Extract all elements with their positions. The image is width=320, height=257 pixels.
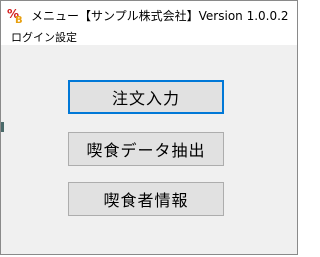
meal-data-extract-button[interactable]: 喫食データ抽出	[68, 132, 224, 166]
svg-text:B: B	[15, 15, 23, 24]
app-window: % B メニュー【サンプル株式会社】Version 1.0.0.2 ログイン設定…	[0, 0, 298, 255]
menu-item-login-settings[interactable]: ログイン設定	[11, 29, 77, 45]
client-area: 注文入力 喫食データ抽出 喫食者情報	[1, 45, 297, 254]
menu-bar: ログイン設定	[1, 29, 297, 45]
app-logo-icon: % B	[7, 6, 25, 24]
window-title: メニュー【サンプル株式会社】Version 1.0.0.2	[31, 9, 289, 23]
title-bar[interactable]: % B メニュー【サンプル株式会社】Version 1.0.0.2	[1, 1, 297, 29]
order-entry-button[interactable]: 注文入力	[68, 80, 224, 114]
edge-artifact	[1, 122, 4, 132]
diner-info-button[interactable]: 喫食者情報	[68, 182, 224, 216]
